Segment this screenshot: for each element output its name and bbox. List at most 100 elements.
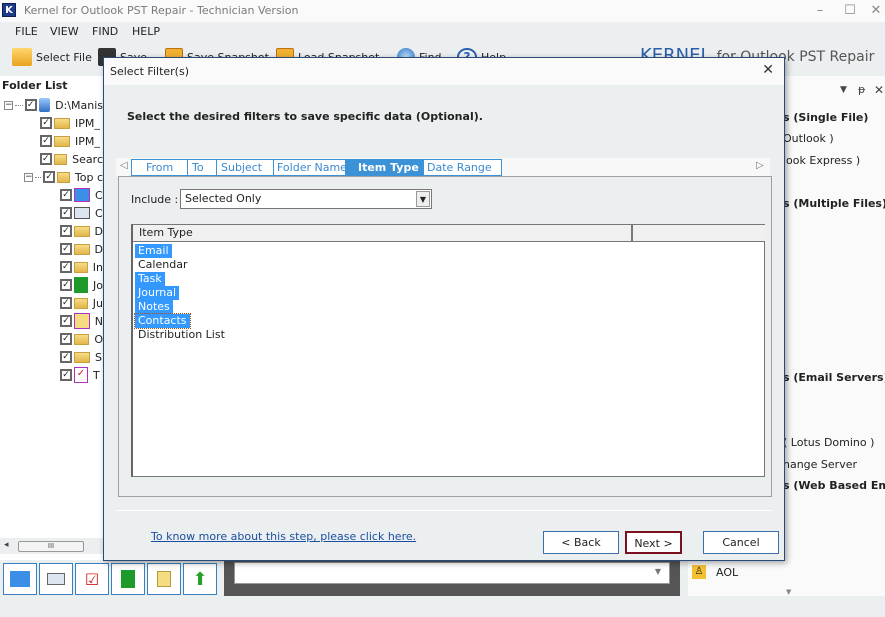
folder-tree-item[interactable]: − ✓ D:\Manis [4, 96, 103, 114]
dialog-close-icon[interactable]: ✕ [762, 62, 774, 78]
close-icon[interactable]: ✕ [866, 3, 885, 18]
item-type-row[interactable]: Journal [135, 286, 180, 300]
calendar-icon [74, 188, 90, 202]
item-type-row[interactable]: Distribution List [135, 328, 228, 342]
chevron-down-icon[interactable]: ▼ [655, 567, 661, 576]
save-option[interactable]: look Express ) [783, 154, 860, 167]
include-select[interactable]: Selected Only ▼ [180, 189, 432, 209]
folder-label: Top c [74, 170, 103, 184]
tasks-icon: ✓ [74, 367, 88, 383]
preview-combo[interactable]: ▼ [234, 562, 670, 584]
folder-checkbox[interactable]: ✓ [60, 279, 72, 291]
tab-from[interactable]: From [131, 159, 188, 176]
folder-tree-item[interactable]: ✓ Searc [40, 150, 103, 168]
menu-help[interactable]: HELP [132, 25, 160, 38]
nav-notes-button[interactable] [147, 563, 181, 595]
folder-label: T [93, 368, 100, 382]
save-option[interactable]: hange Server [783, 458, 857, 471]
folder-tree-item[interactable]: ✓ IPM_ [40, 114, 103, 132]
item-type-row[interactable]: Task [135, 272, 165, 286]
menu-view[interactable]: VIEW [50, 25, 79, 38]
folder-checkbox[interactable]: ✓ [60, 225, 72, 237]
save-option[interactable]: Outlook ) [783, 132, 834, 145]
nav-calendar-button[interactable] [3, 563, 37, 595]
folder-checkbox[interactable]: ✓ [24, 99, 37, 111]
folder-tree-item[interactable]: ✓ O [60, 330, 103, 348]
folder-checkbox[interactable]: ✓ [60, 243, 72, 255]
folder-label: In [92, 260, 103, 274]
tab-subject[interactable]: Subject [216, 159, 274, 176]
folder-checkbox[interactable]: ✓ [60, 333, 72, 345]
folder-checkbox[interactable]: ✓ [60, 261, 72, 273]
nav-tasks-button[interactable]: ☑ [75, 563, 109, 595]
folder-tree-item[interactable]: ✓ Ju [60, 294, 103, 312]
notes-icon [73, 313, 90, 329]
collapse-icon[interactable]: − [4, 100, 13, 110]
collapse-icon[interactable]: − [24, 172, 33, 182]
nav-up-button[interactable]: ⬆ [183, 563, 217, 595]
folder-label: O [94, 332, 103, 346]
cancel-button[interactable]: Cancel [703, 531, 779, 554]
pin-icon[interactable]: ᵽ [858, 83, 865, 96]
folder-checkbox[interactable]: ✓ [43, 171, 55, 183]
folder-checkbox[interactable]: ✓ [40, 135, 52, 147]
item-type-row[interactable]: Calendar [135, 258, 190, 272]
next-button[interactable]: Next > [625, 531, 682, 554]
include-value: Selected Only [185, 192, 262, 205]
tab-item-type[interactable]: Item Type [345, 159, 424, 176]
menu-file[interactable]: FILE [15, 25, 38, 38]
select-file-button[interactable]: Select File [12, 46, 92, 68]
list-header: Item Type [133, 225, 765, 242]
folder-checkbox[interactable]: ✓ [60, 189, 72, 201]
menu-find[interactable]: FIND [92, 25, 118, 38]
tab-folder-name[interactable]: Folder Name [273, 159, 347, 176]
folder-tree-item[interactable]: − ✓ Top c [24, 168, 103, 186]
folder-tree-item[interactable]: ✓ Jo [60, 276, 103, 294]
column-header-item-type[interactable]: Item Type [133, 225, 633, 241]
folder-label: Ju [92, 296, 103, 310]
nav-contacts-button[interactable] [39, 563, 73, 595]
folder-checkbox[interactable]: ✓ [40, 153, 52, 165]
chevron-down-icon[interactable]: ▼ [416, 191, 430, 207]
folder-tree-item[interactable]: ✓ D [60, 240, 103, 258]
scroll-thumb[interactable]: III [18, 541, 84, 552]
scroll-left-icon[interactable]: ◂ [4, 540, 9, 550]
item-type-row[interactable]: Notes [135, 300, 173, 314]
minimize-icon[interactable]: – [810, 3, 830, 18]
save-option[interactable]: ( Lotus Domino ) [783, 436, 874, 449]
folder-icon [73, 333, 90, 345]
tab-date-range[interactable]: Date Range [423, 159, 502, 176]
folder-icon [74, 351, 90, 363]
folder-checkbox[interactable]: ✓ [60, 207, 72, 219]
folder-checkbox[interactable]: ✓ [40, 117, 52, 129]
nav-journal-button[interactable] [111, 563, 145, 595]
help-link[interactable]: To know more about this step, please cli… [151, 530, 416, 543]
aol-option[interactable]: AOL [716, 566, 738, 579]
folder-icon [53, 153, 68, 165]
tasks-icon: ☑ [84, 569, 100, 589]
folder-tree-item[interactable]: ✓ C [60, 204, 103, 222]
folder-checkbox[interactable]: ✓ [60, 315, 72, 327]
contacts-icon [47, 573, 65, 585]
maximize-icon[interactable]: ☐ [840, 3, 860, 18]
folder-tree-item[interactable]: ✓ S [60, 348, 103, 366]
pane-dropdown-icon[interactable]: ▼ [840, 85, 847, 95]
folder-checkbox[interactable]: ✓ [60, 297, 72, 309]
tab-to[interactable]: To [187, 159, 217, 176]
folder-tree-item[interactable]: ✓ C [60, 186, 103, 204]
dialog-instruction: Select the desired filters to save speci… [127, 110, 483, 123]
folder-tree-item[interactable]: ✓ N [60, 312, 103, 330]
scroll-down-icon[interactable]: ▼ [786, 588, 791, 596]
item-type-row[interactable]: Contacts [134, 313, 191, 329]
back-button[interactable]: < Back [543, 531, 619, 554]
pane-close-icon[interactable]: ✕ [874, 83, 884, 97]
tab-scroll-right-icon[interactable]: ▷ [756, 160, 764, 171]
tab-scroll-left-icon[interactable]: ◁ [120, 160, 128, 171]
folder-checkbox[interactable]: ✓ [60, 369, 72, 381]
folder-checkbox[interactable]: ✓ [60, 351, 72, 363]
item-type-row[interactable]: Email [135, 244, 172, 258]
folder-tree-item[interactable]: ✓ In [60, 258, 103, 276]
folder-tree-item[interactable]: ✓ ✓ T [60, 366, 103, 384]
folder-tree-item[interactable]: ✓ D [60, 222, 103, 240]
folder-tree-item[interactable]: ✓ IPM_ [40, 132, 103, 150]
